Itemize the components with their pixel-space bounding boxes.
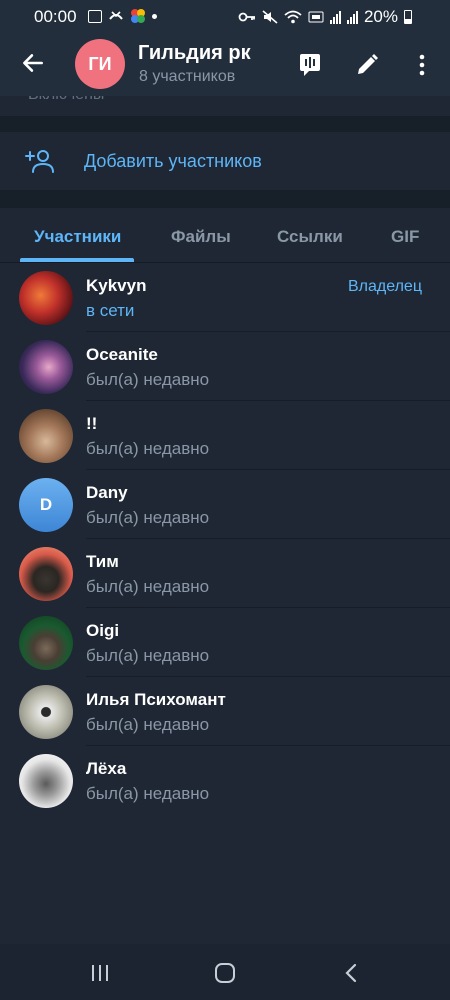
section-divider [0, 116, 450, 132]
member-name: Oigi [86, 621, 120, 640]
avatar [19, 685, 73, 739]
owner-badge: Владелец [347, 278, 422, 295]
home-icon[interactable] [213, 962, 237, 984]
member-status: в сети [86, 301, 135, 320]
avatar [19, 340, 73, 394]
list-item[interactable]: Oigi был(а) недавно [0, 608, 450, 677]
avatar [19, 409, 73, 463]
mute-icon [262, 10, 278, 24]
media-tabs: Участники Файлы Ссылки GIF [0, 208, 450, 262]
member-name: Лёха [86, 759, 127, 778]
back-icon[interactable] [340, 962, 364, 984]
member-status: был(а) недавно [86, 784, 210, 803]
member-name: Oceanite [86, 345, 158, 364]
list-item[interactable]: !! был(а) недавно [0, 401, 450, 470]
member-name: Dany [86, 483, 128, 502]
list-item[interactable]: D Dany был(а) недавно [0, 470, 450, 539]
section-divider [0, 190, 450, 208]
scrolled-section: Включены [0, 96, 450, 116]
battery-icon [404, 10, 412, 24]
member-name: Тим [86, 552, 119, 571]
vpn-key-icon [238, 12, 255, 22]
signal-icon [346, 10, 358, 24]
avatar: D [19, 478, 73, 532]
group-avatar-initials: ГИ [88, 53, 112, 74]
list-item[interactable]: Илья Психомант был(а) недавно [0, 677, 450, 746]
avatar [19, 271, 73, 325]
tab-links[interactable]: Ссылки [277, 227, 343, 247]
group-avatar[interactable]: ГИ [75, 39, 125, 89]
member-name: Илья Психомант [86, 690, 226, 709]
voice-chat-icon[interactable] [297, 52, 323, 78]
avatar-initial: D [39, 495, 53, 514]
photos-icon [131, 9, 145, 23]
avatar [19, 616, 73, 670]
volte-icon [308, 11, 324, 23]
list-item[interactable]: Kykvyn в сети Владелец [0, 263, 450, 332]
chat-header: ГИ Гильдия рк 8 участников [0, 32, 450, 96]
member-status: был(а) недавно [86, 370, 210, 389]
back-arrow-icon[interactable] [20, 50, 46, 76]
member-status: был(а) недавно [86, 439, 210, 458]
dot-icon [152, 13, 157, 19]
status-time: 00:00 [34, 7, 77, 26]
member-name: Kykvyn [86, 276, 147, 295]
tab-members[interactable]: Участники [34, 227, 121, 247]
avatar [19, 547, 73, 601]
status-bar: 00:00 20% [0, 0, 450, 32]
status-left-icons [88, 8, 157, 24]
add-members-button[interactable]: Добавить участников [0, 132, 450, 190]
signal-icon [329, 10, 341, 24]
group-title: Гильдия рк [138, 42, 251, 64]
recent-apps-icon[interactable] [88, 962, 112, 984]
list-item[interactable]: Тим был(а) недавно [0, 539, 450, 608]
member-status: был(а) недавно [86, 646, 210, 665]
gallery-icon [88, 9, 102, 23]
status-right-icons: 20% [238, 7, 412, 27]
member-name: !! [86, 414, 98, 433]
wifi-icon [284, 10, 302, 24]
member-status: был(а) недавно [86, 715, 210, 734]
list-item[interactable]: Лёха был(а) недавно [0, 746, 450, 815]
member-status: был(а) недавно [86, 508, 210, 527]
more-menu-icon[interactable] [409, 52, 435, 78]
tab-files[interactable]: Файлы [171, 227, 231, 247]
member-status: был(а) недавно [86, 577, 210, 596]
tab-gif[interactable]: GIF [391, 227, 419, 247]
system-nav-bar [0, 944, 450, 1000]
list-item[interactable]: Oceanite был(а) недавно [0, 332, 450, 401]
add-user-icon [25, 150, 54, 173]
edit-pencil-icon[interactable] [354, 52, 380, 78]
battery-percent: 20% [363, 7, 398, 26]
avatar [19, 754, 73, 808]
add-members-label: Добавить участников [84, 151, 262, 171]
group-member-count: 8 участников [139, 68, 236, 85]
missed-call-icon [109, 11, 123, 20]
notifications-status-text: Включены [28, 96, 104, 104]
